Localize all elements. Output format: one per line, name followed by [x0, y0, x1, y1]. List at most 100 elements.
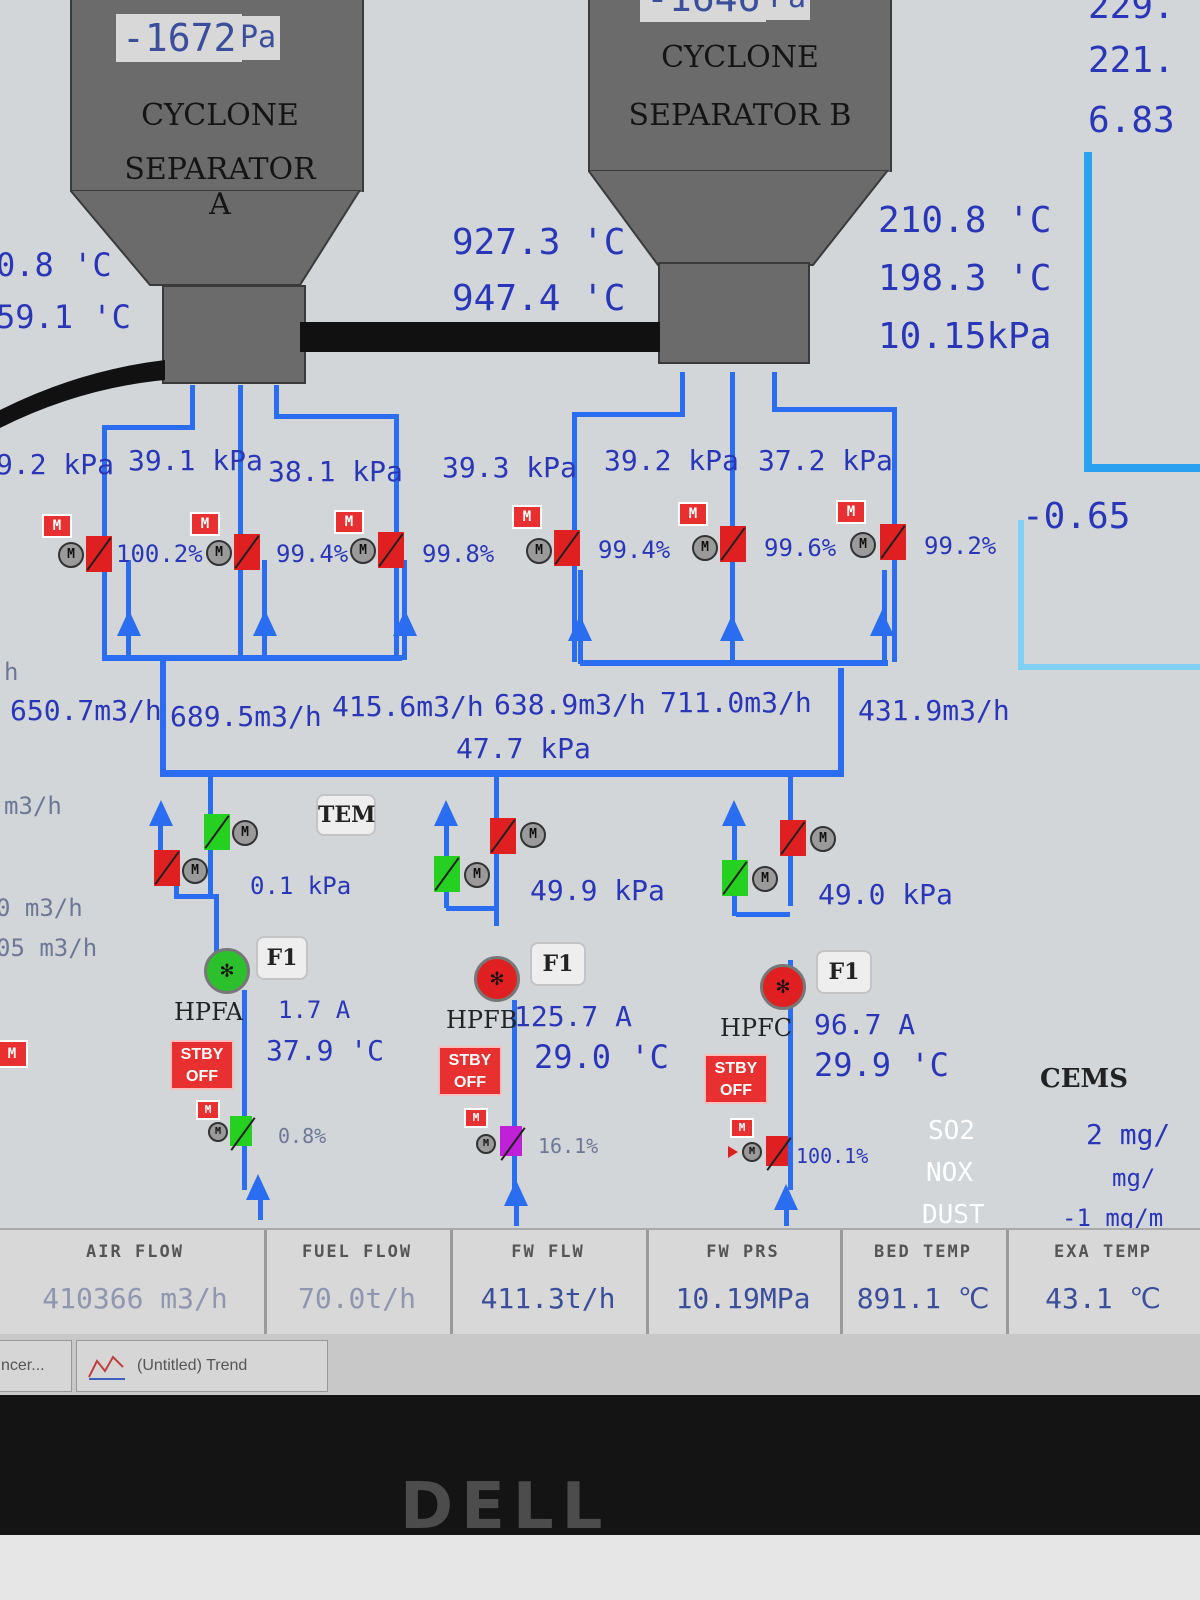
status-fw-pressure: FW PRS 10.19MPa — [646, 1230, 843, 1334]
manual-mode-icon: M — [678, 502, 708, 526]
loop-valve-6-opening: 99.2% — [924, 532, 997, 560]
left-edge-h: h — [4, 658, 19, 686]
flow-arrow-icon — [149, 800, 173, 826]
desk-background — [0, 1535, 1200, 1600]
fan-c-temp: 29.9 'C — [814, 1046, 949, 1084]
left-edge-flow-3: 05 m3/h — [0, 934, 98, 962]
motor-icon: M — [232, 820, 258, 846]
fan-a-bypass-valve-icon[interactable] — [154, 850, 180, 886]
fan-b-pressure: 49.9 kPa — [530, 874, 665, 907]
left-temp-1: 0.8 'C — [0, 246, 112, 284]
left-edge-flow-2: 0 m3/h — [0, 894, 83, 922]
fan-b-stopped-icon[interactable]: ✻ — [474, 956, 520, 1002]
fan-a-running-icon[interactable]: ✻ — [204, 948, 250, 994]
loop-valve-5-opening: 99.6% — [764, 534, 837, 562]
center-temp-2: 947.4 'C — [452, 278, 626, 319]
main-header-pipe — [160, 770, 844, 777]
motor-icon: M — [752, 866, 778, 892]
arrow-right-icon — [728, 1146, 738, 1158]
taskbar: ncer... (Untitled) Trend — [0, 1334, 1200, 1395]
loop-valve-2-opening: 99.4% — [276, 540, 349, 568]
status-exa-temp: EXA TEMP 43.1 ℃ — [1045, 1242, 1161, 1315]
cyclone-a-pressure-unit: Pa — [236, 16, 281, 60]
manual-mode-icon: M — [512, 505, 542, 529]
center-temp-1: 927.3 'C — [452, 222, 626, 263]
motor-icon: M — [464, 862, 490, 888]
fan-b-inlet-valve-icon[interactable] — [500, 1126, 522, 1156]
motor-icon: M — [742, 1142, 762, 1162]
fan-c-name: HPFC — [720, 1014, 793, 1042]
flow-1: 650.7m3/h — [10, 694, 162, 727]
status-fuel-flow: FUEL FLOW 70.0t/h — [264, 1230, 453, 1334]
manual-mode-icon: M — [464, 1108, 488, 1128]
cyclone-b-label-1: CYCLONE — [661, 40, 819, 75]
cems-nox-value: mg/ — [1112, 1164, 1156, 1192]
fan-c-inlet-valve-opening: 100.1% — [796, 1144, 869, 1168]
motor-icon: M — [206, 540, 232, 566]
flow-arrow-icon — [117, 610, 141, 636]
motor-icon: M — [476, 1134, 496, 1154]
fan-c-standby-button[interactable]: STBY OFF — [704, 1054, 768, 1104]
monitor-logo: DELL — [400, 1470, 611, 1544]
loop-pressure-2: 39.1 kPa — [128, 444, 263, 477]
status-fw-flow: FW FLW 411.3t/h — [450, 1230, 649, 1334]
tem-button[interactable]: TEM — [316, 794, 376, 836]
loop-pressure-5: 39.2 kPa — [604, 444, 739, 477]
valve-closed-icon — [720, 526, 746, 562]
cyclone-b-pressure-unit: Pa — [766, 0, 811, 20]
flow-arrow-icon — [393, 610, 417, 636]
flow-5: 711.0m3/h — [660, 686, 812, 719]
flow-3: 415.6m3/h — [332, 690, 484, 723]
fan-a-pressure: 0.1 kPa — [250, 872, 352, 900]
motor-icon: M — [520, 822, 546, 848]
fan-a-temp: 37.9 'C — [266, 1034, 385, 1067]
fan-a-current: 1.7 A — [278, 996, 351, 1024]
cems-nox-label: NOX — [926, 1158, 973, 1188]
fan-c-current: 96.7 A — [814, 1008, 916, 1041]
cyclone-a-label-2: SEPARATOR A — [124, 152, 316, 222]
taskbar-item-trend[interactable]: (Untitled) Trend — [76, 1340, 328, 1392]
loop-pressure-4: 39.3 kPa — [442, 451, 577, 484]
flow-arrow-icon — [253, 610, 277, 636]
fan-b-bypass-valve-icon[interactable] — [434, 856, 460, 892]
taskbar-item-viewer[interactable]: ncer... — [0, 1340, 72, 1392]
right-temp-2: 198.3 'C — [878, 258, 1052, 299]
cyclone-b-label-2: SEPARATOR B — [628, 98, 852, 133]
flow-arrow-icon — [870, 610, 894, 636]
fan-b-f1-button[interactable]: F1 — [530, 942, 586, 986]
fan-c-pressure: 49.0 kPa — [818, 878, 953, 911]
far-right-value-3: 6.83 — [1088, 100, 1175, 141]
fan-c-stopped-icon[interactable]: ✻ — [760, 964, 806, 1010]
fan-a-inlet-valve-opening: 0.8% — [278, 1124, 327, 1148]
manual-mode-icon: M — [196, 1100, 220, 1120]
left-edge-flow-1: m3/h — [4, 792, 62, 820]
fan-a-f1-button[interactable]: F1 — [256, 936, 308, 980]
fan-a-outlet-valve-icon[interactable] — [204, 814, 230, 850]
valve-closed-icon — [86, 536, 112, 572]
fan-c-inlet-valve-icon[interactable] — [766, 1136, 788, 1166]
cems-so2-value: 2 mg/ — [1086, 1118, 1171, 1151]
fan-b-standby-button[interactable]: STBY OFF — [438, 1046, 502, 1096]
fan-c-outlet-valve-icon[interactable] — [780, 820, 806, 856]
valve-closed-icon — [234, 534, 260, 570]
flow-4: 638.9m3/h — [494, 688, 646, 721]
bottom-status-bar: AIR FLOW 410366 m3/h FUEL FLOW 70.0t/h F… — [0, 1228, 1200, 1336]
fan-a-inlet-valve-icon[interactable] — [230, 1116, 252, 1146]
fan-b-name: HPFB — [446, 1006, 518, 1034]
far-right-value-2: 221. — [1088, 40, 1175, 81]
manual-mode-icon: M — [334, 510, 364, 534]
fan-b-current: 125.7 A — [514, 1000, 633, 1033]
left-edge-manual-icon: M — [0, 1040, 28, 1068]
fan-c-f1-button[interactable]: F1 — [816, 950, 872, 994]
loop-valve-3-opening: 99.8% — [422, 540, 495, 568]
fan-a-standby-button[interactable]: STBY OFF — [170, 1040, 234, 1090]
fan-c-bypass-valve-icon[interactable] — [722, 860, 748, 896]
status-air-flow: AIR FLOW 410366 m3/h — [6, 1230, 267, 1334]
fan-b-outlet-valve-icon[interactable] — [490, 818, 516, 854]
motor-icon: M — [182, 858, 208, 884]
manual-mode-icon: M — [190, 512, 220, 536]
far-right-value-1: 229. — [1088, 0, 1175, 27]
motor-icon: M — [526, 538, 552, 564]
loop-pressure-6: 37.2 kPa — [758, 444, 893, 477]
cyclone-a-pressure: -1672 — [116, 14, 243, 62]
